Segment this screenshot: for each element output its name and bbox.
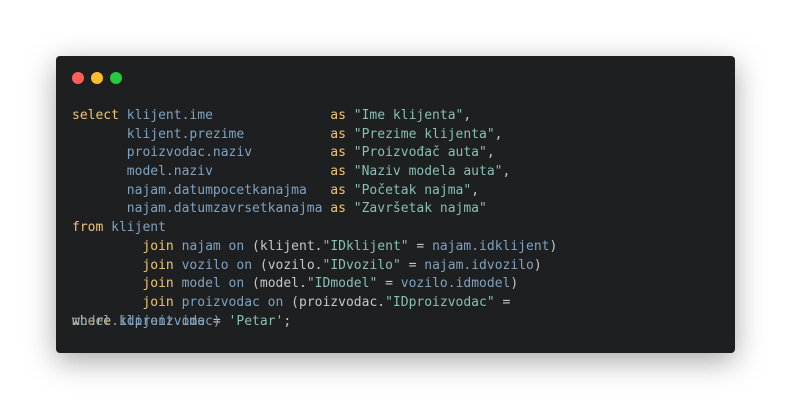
code-token: proizvodac on: [181, 294, 292, 310]
zoom-dot-icon[interactable]: [110, 72, 122, 84]
code-token: =: [377, 276, 401, 292]
code-line: join najam on (klijent."IDklijent" = naj…: [72, 238, 727, 257]
code-token: "Proizvođač auta": [353, 145, 487, 161]
code-token: join: [142, 238, 182, 254]
code-token: as: [330, 108, 354, 123]
code-line: klijent.prezime as "Prezime klijenta",: [72, 126, 727, 145]
code-token: "IDvozilo": [322, 257, 401, 273]
where-token: ;: [283, 313, 292, 329]
code-token: najam.idvozilo: [424, 257, 534, 273]
code-token: join: [142, 276, 182, 292]
code-token: (klijent.: [252, 238, 323, 254]
code-token: "IDproizvodac": [385, 294, 495, 310]
code-token: (proizvodac.: [291, 294, 386, 310]
continuation-token: model.idproizvodac): [72, 313, 221, 329]
code-token: najam on: [181, 238, 253, 254]
code-token: as: [330, 182, 354, 198]
code-token: (vozilo.: [259, 257, 323, 273]
code-token: ,: [494, 126, 503, 142]
code-token: ,: [471, 182, 480, 198]
code-token: najam.datumpocetkanajma: [126, 182, 331, 198]
code-token: vozilo.idmodel: [400, 276, 511, 292]
code-token: ): [533, 257, 542, 273]
code-token: ,: [486, 145, 495, 161]
code-token: join: [142, 257, 182, 273]
code-token: ): [510, 276, 519, 292]
code-line: join model on (model."IDmodel" = vozilo.…: [72, 275, 727, 294]
code-token: ,: [502, 164, 511, 180]
code-line: model.naziv as "Naziv modela auta",: [72, 163, 727, 182]
code-token: model on: [181, 276, 253, 292]
code-token: "Prezime klijenta": [353, 126, 495, 142]
code-token: vozilo on: [181, 257, 260, 273]
code-token: (model.: [252, 276, 307, 292]
code-token: "Završetak najma": [353, 201, 487, 217]
code-token: "Naziv modela auta": [353, 164, 503, 180]
code-token: "IDklijent": [322, 238, 409, 254]
code-line-overlapping: where klijent.ime = 'Petar'; model.idproi…: [72, 313, 727, 332]
code-token: =: [400, 257, 425, 273]
code-line: from klijent: [72, 219, 727, 238]
code-token: ,: [463, 108, 472, 123]
code-line: select klijent.ime as "Ime klijenta",: [72, 107, 727, 126]
code-line: join vozilo on (vozilo."IDvozilo" = naja…: [72, 257, 727, 276]
code-line: najam.datumpocetkanajma as "Početak najm…: [72, 182, 727, 201]
code-token: "IDmodel": [306, 276, 378, 292]
code-token: klijent.prezime: [126, 126, 331, 142]
sql-code-block: select klijent.ime as "Ime klijenta", kl…: [72, 107, 727, 331]
code-token: ): [549, 238, 558, 254]
code-token: model.naziv: [126, 164, 331, 180]
code-window: select klijent.ime as "Ime klijenta", kl…: [56, 56, 735, 353]
code-token: as: [330, 145, 354, 161]
code-token: select: [72, 108, 127, 123]
close-dot-icon[interactable]: [72, 72, 84, 84]
code-line: join proizvodac on (proizvodac."IDproizv…: [72, 294, 727, 313]
window-controls: [72, 72, 122, 84]
code-token: join: [142, 294, 182, 310]
code-token: as: [330, 164, 354, 180]
code-token: from: [72, 220, 112, 236]
code-line: najam.datumzavrsetkanajma as "Završetak …: [72, 200, 727, 219]
code-token: "Ime klijenta": [353, 108, 464, 123]
code-token: proizvodac.naziv: [126, 145, 331, 161]
where-token: 'Petar': [228, 313, 284, 329]
code-token: "Početak najma": [353, 182, 472, 198]
code-token: klijent: [111, 220, 166, 236]
code-token: najam.datumzavrsetkanajma: [126, 201, 331, 217]
code-token: najam.idklijent: [432, 238, 550, 254]
code-token: klijent.ime: [126, 108, 331, 123]
minimize-dot-icon[interactable]: [91, 72, 103, 84]
code-token: =: [494, 294, 511, 310]
code-token: as: [330, 201, 354, 217]
code-token: as: [330, 126, 354, 142]
code-line: proizvodac.naziv as "Proizvođač auta",: [72, 144, 727, 163]
code-token: =: [408, 238, 433, 254]
join-continuation: model.idproizvodac): [72, 313, 221, 332]
